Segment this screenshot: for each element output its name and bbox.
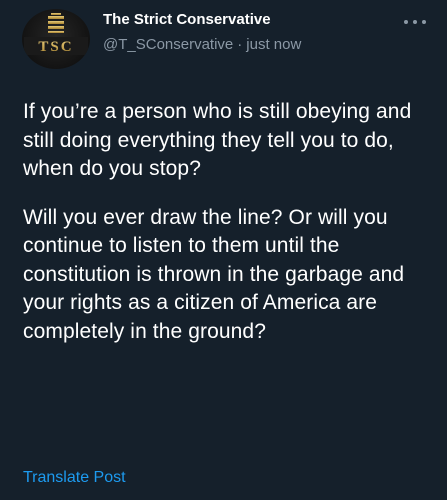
author-handle[interactable]: @T_SConservative xyxy=(103,36,233,53)
more-horizontal-icon xyxy=(404,20,408,24)
author-meta: @T_SConservative · just now xyxy=(103,36,301,53)
author-display-name[interactable]: The Strict Conservative xyxy=(103,11,271,28)
translate-post-link[interactable]: Translate Post xyxy=(23,469,126,487)
tweet-paragraph: Will you ever draw the line? Or will you… xyxy=(23,205,405,343)
tweet-text: If you’re a person who is still obeying … xyxy=(23,98,433,366)
more-horizontal-icon xyxy=(422,20,426,24)
more-options-button[interactable] xyxy=(404,18,426,26)
more-horizontal-icon xyxy=(413,20,417,24)
avatar-monogram: TSC xyxy=(38,39,73,55)
post-timestamp[interactable]: just now xyxy=(246,36,301,53)
tweet-paragraph: If you’re a person who is still obeying … xyxy=(23,100,412,180)
avatar[interactable]: TSC xyxy=(22,9,90,69)
avatar-logo: TSC xyxy=(24,13,88,56)
meta-separator: · xyxy=(237,36,243,53)
